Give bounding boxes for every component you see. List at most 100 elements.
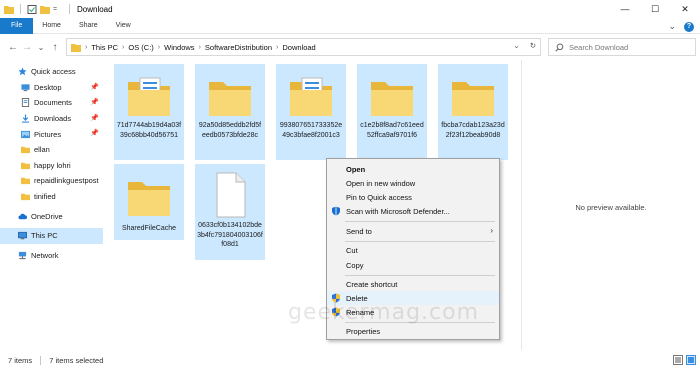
menu-item-open-in-new-window[interactable]: Open in new window: [327, 176, 499, 190]
folder-icon: [71, 43, 81, 52]
customize-toolbar-icon[interactable]: =: [53, 5, 63, 14]
sidebar-item-documents[interactable]: Documents 📌: [0, 95, 103, 111]
minimize-button[interactable]: —: [610, 0, 640, 18]
breadcrumb-this-pc[interactable]: This PC: [91, 43, 118, 52]
expand-ribbon-icon[interactable]: ⌄: [668, 21, 676, 32]
tab-file[interactable]: File: [0, 17, 34, 34]
sidebar-item-onedrive[interactable]: OneDrive: [0, 208, 103, 224]
breadcrumb-separator[interactable]: ›: [122, 44, 124, 51]
menu-item-label: Open: [346, 164, 366, 174]
pin-icon[interactable]: 📌: [90, 129, 99, 137]
details-view-icon[interactable]: [673, 355, 683, 365]
breadcrumb-separator[interactable]: ›: [199, 44, 201, 51]
breadcrumb-download[interactable]: Download: [282, 43, 315, 52]
sidebar-item-label: Network: [31, 250, 59, 260]
menu-item-label: Scan with Microsoft Defender...: [346, 206, 450, 216]
sidebar-item-tinified[interactable]: tinified: [0, 189, 103, 205]
quick-access-toolbar: =: [0, 4, 73, 14]
menu-item-label: Create shortcut: [346, 279, 398, 289]
tab-view[interactable]: View: [107, 18, 140, 34]
back-button[interactable]: ←: [6, 40, 20, 54]
sidebar-item-this-pc[interactable]: This PC: [0, 227, 103, 244]
maximize-button[interactable]: ☐: [640, 0, 670, 18]
desktop-icon: [21, 84, 30, 91]
sidebar-item-pictures[interactable]: Pictures 📌: [0, 126, 103, 142]
navigation-pane: Quick access Desktop 📌 Documents 📌 Downl…: [0, 64, 103, 350]
menu-item-properties[interactable]: Properties: [327, 324, 499, 338]
close-button[interactable]: ✕: [670, 0, 700, 18]
sidebar-item-repaidlinkguestpost[interactable]: repaidlinkguestpost: [0, 173, 103, 189]
menu-item-copy[interactable]: Copy: [327, 258, 499, 272]
pin-icon[interactable]: 📌: [90, 114, 99, 122]
sidebar-item-happy-lohri[interactable]: happy lohri: [0, 158, 103, 174]
breadcrumb-separator[interactable]: ›: [276, 44, 278, 51]
watermark: geekermag.com: [288, 300, 480, 325]
folder-icon: [21, 162, 30, 169]
search-placeholder: Search Download: [569, 42, 629, 52]
sidebar-item-quick-access[interactable]: Quick access: [0, 64, 103, 80]
menu-item-label: Open in new window: [346, 178, 416, 188]
breadcrumb-separator: ›: [85, 43, 88, 51]
breadcrumb-separator[interactable]: ›: [158, 44, 160, 51]
sidebar-item-label: Quick access: [31, 67, 76, 77]
file-item[interactable]: 92a50d85eddb2fd5feedb0573bfde28c: [195, 64, 265, 160]
file-item[interactable]: SharedFileCache: [114, 164, 184, 240]
sidebar-item-network[interactable]: Network: [0, 248, 103, 264]
defender-icon: [332, 206, 340, 216]
file-name: 71d7744ab19d4a03f39c68bb40d56751: [116, 122, 182, 139]
file-item[interactable]: fbcba7cdab123a23d2f23f12beab90d8: [438, 64, 508, 160]
file-name: c1e2b8f8ad7c61eed52ffca9af9701f6: [360, 122, 424, 139]
menu-item-send-to[interactable]: Send to ›: [327, 224, 499, 238]
breadcrumb-os-c[interactable]: OS (C:): [128, 43, 153, 52]
toolbar-divider: [69, 4, 70, 14]
breadcrumb-windows[interactable]: Windows: [164, 43, 194, 52]
refresh-icon[interactable]: ↻: [530, 41, 536, 50]
tab-home[interactable]: Home: [33, 18, 70, 34]
sidebar-item-ellan[interactable]: ellan: [0, 142, 103, 158]
sidebar-item-label: Desktop: [34, 82, 62, 92]
menu-item-scan-defender[interactable]: Scan with Microsoft Defender...: [327, 204, 499, 218]
folder-icon: [209, 82, 251, 116]
address-bar-controls: ⌄ ↻: [513, 41, 536, 50]
menu-item-label: Properties: [346, 326, 381, 336]
sidebar-item-downloads[interactable]: Downloads 📌: [0, 111, 103, 127]
network-icon: [18, 251, 27, 259]
help-icon[interactable]: ?: [684, 21, 694, 32]
search-input[interactable]: Search Download: [548, 38, 696, 56]
address-bar[interactable]: › This PC › OS (C:) › Windows › Software…: [66, 38, 541, 56]
menu-item-open[interactable]: Open: [327, 162, 499, 176]
file-name: 993807651733352e49c3bfae8f2001c3: [279, 122, 343, 139]
file-item[interactable]: 71d7744ab19d4a03f39c68bb40d56751: [114, 64, 184, 160]
breadcrumb-softwaredistribution[interactable]: SoftwareDistribution: [205, 43, 272, 52]
folder-icon: [21, 178, 30, 185]
menu-item-cut[interactable]: Cut: [327, 243, 499, 257]
pin-icon[interactable]: 📌: [90, 83, 99, 91]
submenu-arrow-icon: ›: [490, 226, 493, 235]
properties-icon[interactable]: [27, 4, 37, 14]
address-dropdown-icon[interactable]: ⌄: [513, 41, 519, 50]
folder-icon: [21, 147, 30, 154]
pictures-icon: [21, 130, 30, 138]
ribbon-right-controls: ⌄ ?: [668, 21, 694, 32]
file-item[interactable]: c1e2b8f8ad7c61eed52ffca9af9701f6: [357, 64, 427, 160]
large-icons-view-icon[interactable]: [686, 355, 696, 365]
tab-share[interactable]: Share: [70, 18, 107, 34]
sidebar-item-label: repaidlinkguestpost: [34, 176, 99, 186]
menu-item-label: Send to: [346, 226, 372, 236]
new-folder-icon[interactable]: [40, 5, 50, 14]
pin-icon[interactable]: 📌: [90, 98, 99, 106]
file-name: 0633cf0b134102bde3b4fc791804003106ff08d1: [197, 222, 263, 249]
menu-item-create-shortcut[interactable]: Create shortcut: [327, 277, 499, 291]
folder-icon: [21, 193, 30, 201]
up-button[interactable]: ↑: [48, 40, 62, 54]
file-item[interactable]: 0633cf0b134102bde3b4fc791804003106ff08d1: [195, 164, 265, 260]
menu-item-label: Pin to Quick access: [346, 192, 412, 202]
menu-separator: [345, 241, 495, 242]
recent-locations-button[interactable]: ⌄: [34, 40, 48, 54]
menu-item-label: Copy: [346, 260, 364, 270]
sidebar-item-desktop[interactable]: Desktop 📌: [0, 80, 103, 96]
file-item[interactable]: 993807651733352e49c3bfae8f2001c3: [276, 64, 346, 160]
menu-separator: [345, 221, 495, 222]
menu-item-pin-to-quick-access[interactable]: Pin to Quick access: [327, 190, 499, 204]
forward-button[interactable]: →: [20, 40, 34, 54]
